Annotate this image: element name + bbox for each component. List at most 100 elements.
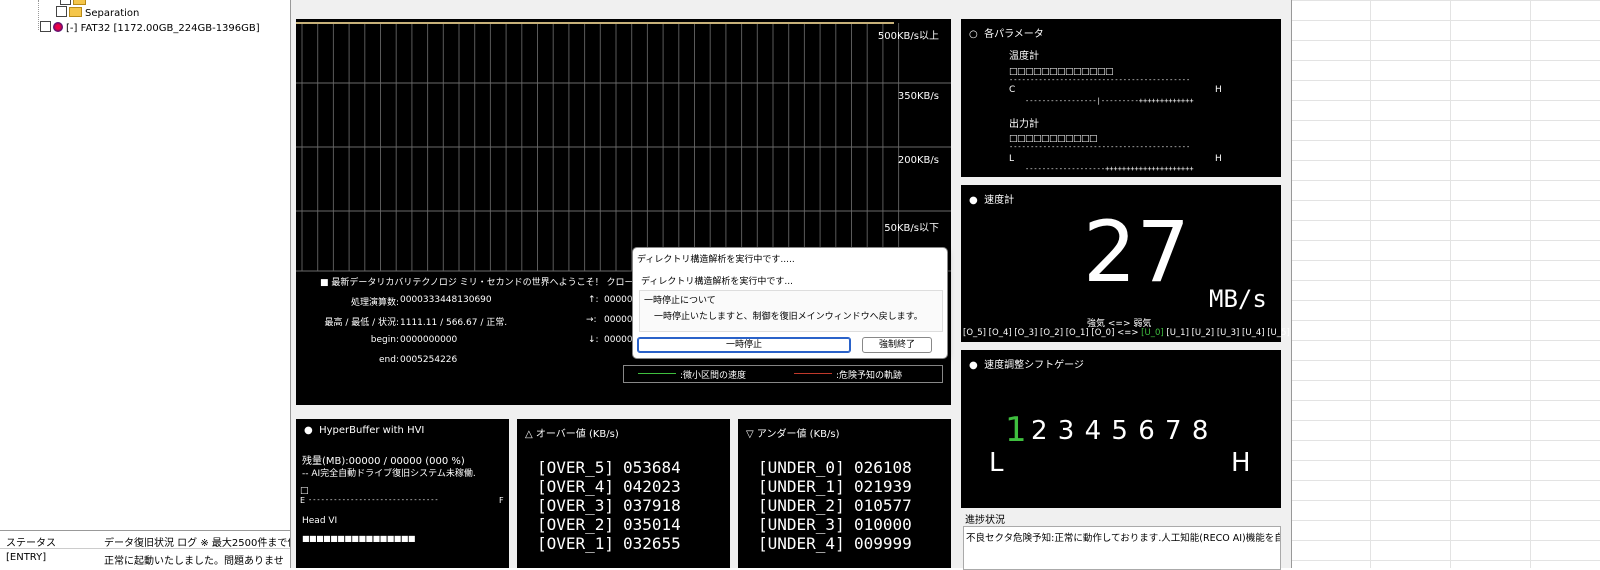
arrow-label-right: →: xyxy=(586,315,597,325)
circle-filled-icon: ● xyxy=(969,195,978,206)
progress-box: 不良セクタ危険予知:正常に動作しております.人工知能(RECO AI)機能を自 xyxy=(963,526,1281,570)
head-bar: ■■■■■■■■■■■■■■■■ xyxy=(302,534,415,543)
status-header-col1: ステータス xyxy=(6,538,56,549)
folder-icon xyxy=(69,7,82,17)
tree-checkbox[interactable] xyxy=(60,0,71,5)
dialog-group: 一時停止について 一時停止いたしますと、制御を復旧メインウィンドウへ戻します。 xyxy=(639,290,943,332)
progress-dialog: ディレクトリ構造解析を実行中です..... ディレクトリ構造解析を実行中です..… xyxy=(632,247,948,359)
over-key-1: [OVER_1] xyxy=(537,534,615,553)
folder-icon xyxy=(73,0,86,5)
speed-scale-right: [U_1] [U_2] [U_3] [U_4] [U_5] xyxy=(1166,328,1290,338)
temp-scale-top: ----------------------------------------… xyxy=(1009,76,1191,84)
temp-label: 温度計 xyxy=(1009,51,1039,62)
under-val-2: 010577 xyxy=(854,496,912,515)
over-title: △ オーバー値 (KB/s) xyxy=(525,425,619,440)
triangle-up-icon: △ xyxy=(525,429,533,440)
chart-legend: :微小区間の速度 :危険予知の軌跡 xyxy=(623,365,943,383)
tree-checkbox[interactable] xyxy=(40,21,51,32)
arrow-label-down: ↓: xyxy=(588,335,599,345)
under-val-4: 009999 xyxy=(854,534,912,553)
tree-item-separation[interactable]: Separation xyxy=(56,6,139,20)
arrow-value-down: 00000 xyxy=(604,335,633,345)
tree-item-label: Separation xyxy=(85,8,140,19)
status-row-col1[interactable]: [ENTRY] xyxy=(6,552,46,563)
hyperbuffer-panel: ● HyperBuffer with HVI 残量(MB):00000 / 00… xyxy=(296,419,509,568)
folder-tree-pane: Separation [-] FAT32 [1172.00GB_224GB-13… xyxy=(0,0,290,530)
dialog-title: ディレクトリ構造解析を実行中です..... xyxy=(637,255,795,265)
over-key-4: [OVER_4] xyxy=(537,477,615,496)
shift-gears: 2 3 4 5 6 7 8 xyxy=(1031,416,1209,446)
speed-title: ● 速度計 xyxy=(969,191,1014,206)
progress-text: 不良セクタ危険予知:正常に動作しております.人工知能(RECO AI)機能を自 xyxy=(966,533,1281,544)
hyper-title-text: HyperBuffer with HVI xyxy=(319,425,425,436)
circle-outline-icon: ○ xyxy=(969,29,978,40)
info-title: ■ 最新データリカバリテクノロジ ミリ・セカンドの世界へようこそ！ クローンし xyxy=(320,278,652,288)
arrow-value-right: 00000 xyxy=(604,315,633,325)
legend-red-label: :危険予知の軌跡 xyxy=(836,371,903,381)
info-value-end: 0005254226 xyxy=(400,355,458,365)
disk-icon xyxy=(53,22,63,32)
shift-high: H xyxy=(1231,448,1251,478)
dialog-message: ディレクトリ構造解析を実行中です... xyxy=(641,277,793,287)
info-label-begin: begin: xyxy=(370,335,399,345)
shift-gear-active: 1 xyxy=(1005,410,1027,450)
over-key-3: [OVER_3] xyxy=(537,496,615,515)
force-stop-button[interactable]: 強制終了 xyxy=(862,337,932,353)
tree-checkbox[interactable] xyxy=(56,6,67,17)
temp-h: H xyxy=(1215,85,1222,95)
tree-item-fat32[interactable]: [-] FAT32 [1172.00GB_224GB-1396GB] xyxy=(40,21,260,35)
tree-item-label: FAT32 [1172.00GB_224GB-1396GB] xyxy=(80,23,260,34)
dialog-group-title: 一時停止について xyxy=(644,296,716,306)
hyper-scale-line: ------------------------------- xyxy=(308,496,439,504)
out-l: L xyxy=(1009,154,1015,164)
info-value-ops: 0000333448130690 xyxy=(400,295,492,305)
chart-label-500: 500KB/s以上 xyxy=(877,31,939,42)
circle-filled-icon: ● xyxy=(304,425,313,436)
info-label-minmax: 最高 / 最低 / 状況: xyxy=(324,318,399,328)
chart-label-350: 350KB/s xyxy=(897,91,939,102)
over-val-3: 037918 xyxy=(623,496,681,515)
under-val-3: 010000 xyxy=(854,515,912,534)
hyper-scale-e: E xyxy=(300,496,306,505)
under-key-2: [UNDER_2] xyxy=(758,496,845,515)
pause-button[interactable]: 一時停止 xyxy=(637,337,851,353)
over-val-1: 032655 xyxy=(623,534,681,553)
speed-scale-active: [U_0] xyxy=(1141,328,1164,338)
over-val-4: 042023 xyxy=(623,477,681,496)
shift-title-text: 速度調整シフトゲージ xyxy=(984,360,1084,371)
under-val-1: 021939 xyxy=(854,477,912,496)
chart-label-200: 200KB/s xyxy=(897,155,939,166)
over-title-text: オーバー値 (KB/s) xyxy=(535,429,619,440)
speed-scale: [O_5] [O_4] [O_3] [O_2] [O_1] [O_0] <=> … xyxy=(963,328,1290,338)
under-title-text: アンダー値 (KB/s) xyxy=(756,429,840,440)
out-h: H xyxy=(1215,154,1222,164)
over-key-2: [OVER_2] xyxy=(537,515,615,534)
out-scale-bottom: -------------------+++++++++++++++++++++ xyxy=(1025,165,1194,173)
speed-title-text: 速度計 xyxy=(984,195,1015,206)
params-panel: ○ 各パラメータ 温度計 □□□□□□□□□□□□□ -------------… xyxy=(961,19,1281,177)
under-key-1: [UNDER_1] xyxy=(758,477,845,496)
shift-low: L xyxy=(989,448,1004,478)
under-panel: ▽ アンダー値 (KB/s) [UNDER_0] 026108 [UNDER_1… xyxy=(738,419,951,568)
info-label-ops: 処理演算数: xyxy=(350,298,399,308)
speed-meter-panel: ● 速度計 27 MB/s 強気 <=> 弱気 [O_5] [O_4] [O_3… xyxy=(961,185,1290,342)
hyper-marker: □ xyxy=(300,486,309,496)
speed-scale-left: [O_5] [O_4] [O_3] [O_2] [O_1] [O_0] <=> xyxy=(963,328,1139,338)
status-row-col2[interactable]: 正常に起動いたしました。問題ありませ xyxy=(104,552,284,567)
circle-filled-icon: ● xyxy=(969,360,978,371)
head-label: Head VI xyxy=(302,516,338,526)
triangle-down-icon: ▽ xyxy=(746,429,754,440)
under-key-0: [UNDER_0] xyxy=(758,458,845,477)
speed-value: 27 xyxy=(1083,203,1190,301)
under-key-4: [UNDER_4] xyxy=(758,534,845,553)
recovery-window: 500KB/s以上 350KB/s 200KB/s 50KB/s以下 ■ 最新デ… xyxy=(290,0,1292,570)
hyper-title: ● HyperBuffer with HVI xyxy=(304,425,424,436)
params-title: ○ 各パラメータ xyxy=(969,25,1044,40)
dialog-group-text: 一時停止いたしますと、制御を復旧メインウィンドウへ戻します。 xyxy=(654,312,923,322)
arrow-label-up: ↑: xyxy=(588,295,599,305)
params-title-text: 各パラメータ xyxy=(984,29,1044,40)
out-label: 出力計 xyxy=(1009,119,1039,130)
under-title: ▽ アンダー値 (KB/s) xyxy=(746,425,839,440)
under-val-0: 026108 xyxy=(854,458,912,477)
temp-scale-bottom: -----------------|---------+++++++++++++ xyxy=(1025,97,1194,105)
